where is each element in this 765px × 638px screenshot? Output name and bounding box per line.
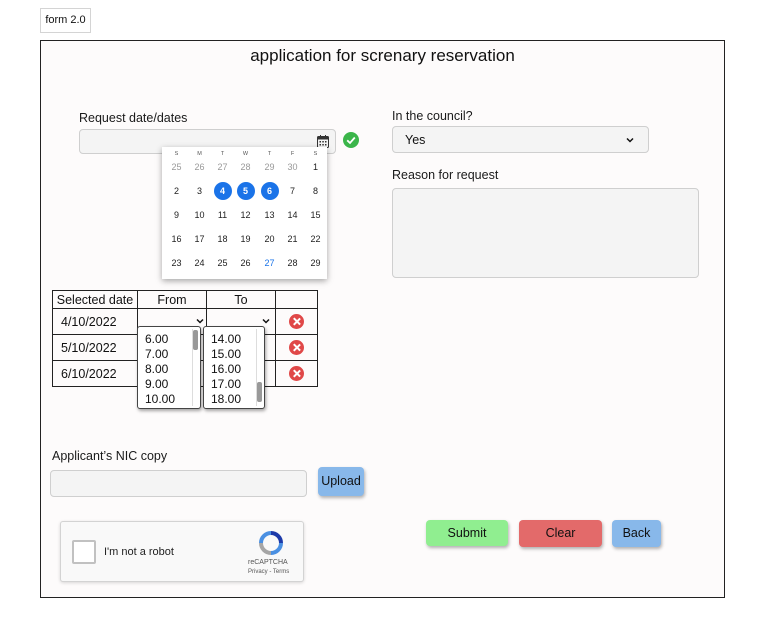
remove-row-icon[interactable]: [289, 366, 304, 382]
calendar-day[interactable]: 3: [191, 182, 209, 200]
clear-button[interactable]: Clear: [519, 520, 602, 547]
calendar-day[interactable]: 21: [284, 230, 302, 248]
weekday-label: S: [174, 151, 179, 157]
remove-row-icon[interactable]: [289, 314, 304, 330]
version-tag: form 2.0: [40, 8, 91, 33]
chevron-down-icon: [262, 318, 270, 324]
reason-textarea[interactable]: [392, 188, 699, 278]
calendar-day[interactable]: 11: [214, 206, 232, 224]
from-time-dropdown[interactable]: 6.00 7.00 8.00 9.00 10.00: [137, 326, 201, 409]
calendar-day[interactable]: 26: [191, 158, 209, 176]
calendar-day[interactable]: 1: [307, 158, 325, 176]
calendar-day[interactable]: 27: [214, 158, 232, 176]
calendar-day[interactable]: 22: [307, 230, 325, 248]
calendar-day[interactable]: 16: [168, 230, 186, 248]
col-selected-date: Selected date: [52, 290, 138, 309]
scrollbar-thumb[interactable]: [193, 330, 198, 350]
weekday-label: F: [290, 151, 295, 157]
calendar-day[interactable]: 29: [261, 158, 279, 176]
remove-row-icon[interactable]: [289, 340, 304, 356]
calendar-day[interactable]: 10: [191, 206, 209, 224]
submit-button[interactable]: Submit: [426, 520, 508, 546]
calendar-day[interactable]: 25: [214, 254, 232, 272]
council-label: In the council?: [392, 109, 473, 123]
page-title: application for screnary reservation: [250, 46, 515, 65]
col-from: From: [137, 290, 207, 309]
calendar-day[interactable]: 23: [168, 254, 186, 272]
scrollbar-thumb[interactable]: [257, 382, 262, 402]
date-cell: 5/10/2022: [52, 334, 138, 361]
calendar-day[interactable]: 25: [168, 158, 186, 176]
calendar-day[interactable]: 7: [284, 182, 302, 200]
calendar-day[interactable]: 18: [214, 230, 232, 248]
calendar-day[interactable]: 27: [261, 254, 279, 272]
time-option[interactable]: 16.00: [204, 362, 264, 377]
time-option[interactable]: 8.00: [138, 362, 200, 377]
captcha-checkbox[interactable]: [72, 540, 96, 564]
reservation-form: application for screnary reservation Req…: [40, 40, 725, 598]
weekday-label: T: [220, 151, 225, 157]
request-date-label: Request date/dates: [79, 111, 188, 125]
council-select[interactable]: Yes: [392, 126, 649, 153]
calendar-day[interactable]: 24: [191, 254, 209, 272]
nic-file-input[interactable]: [50, 470, 307, 497]
recaptcha-widget: I'm not a robot reCAPTCHA Privacy - Term…: [60, 521, 304, 582]
calendar-day[interactable]: 15: [307, 206, 325, 224]
weekday-label: W: [242, 151, 249, 157]
calendar-day[interactable]: 8: [307, 182, 325, 200]
nic-label: Applicant’s NIC copy: [52, 449, 168, 463]
time-option[interactable]: 6.00: [138, 332, 200, 347]
date-cell: 6/10/2022: [52, 360, 138, 387]
calendar-day[interactable]: 12: [237, 206, 255, 224]
time-option[interactable]: 18.00: [204, 392, 264, 407]
chevron-down-icon: [626, 137, 634, 143]
calendar-day[interactable]: 4: [213, 182, 232, 200]
col-to: To: [206, 290, 276, 309]
table-header-row: Selected date From To: [52, 290, 318, 309]
weekday-label: T: [267, 151, 272, 157]
to-time-dropdown[interactable]: 14.00 15.00 16.00 17.00 18.00: [203, 326, 265, 409]
calendar-day[interactable]: 19: [237, 230, 255, 248]
time-option[interactable]: 15.00: [204, 347, 264, 362]
calendar-day[interactable]: 17: [191, 230, 209, 248]
calendar-day[interactable]: 28: [237, 158, 255, 176]
captcha-brand: reCAPTCHA: [248, 559, 288, 566]
calendar-day[interactable]: 2: [168, 182, 186, 200]
calendar-day[interactable]: 9: [168, 206, 186, 224]
time-option[interactable]: 10.00: [138, 392, 200, 407]
calendar-day[interactable]: 13: [261, 206, 279, 224]
time-option[interactable]: 14.00: [204, 332, 264, 347]
captcha-links[interactable]: Privacy - Terms: [248, 569, 289, 575]
calendar-day[interactable]: 20: [261, 230, 279, 248]
upload-button[interactable]: Upload: [318, 467, 364, 496]
calendar-day[interactable]: 14: [284, 206, 302, 224]
time-option[interactable]: 7.00: [138, 347, 200, 362]
recaptcha-logo-icon: [259, 531, 283, 555]
date-picker-popup[interactable]: S M T W T F S 25 26 27 28 29 30 1 2 3 4 5 6 7 8 9 10 11 12 13 14 15…: [162, 147, 327, 279]
captcha-text: I'm not a robot: [104, 546, 174, 558]
calendar-day[interactable]: 29: [307, 254, 325, 272]
date-cell: 4/10/2022: [52, 308, 138, 335]
back-button[interactable]: Back: [612, 520, 661, 547]
reason-label: Reason for request: [392, 168, 499, 182]
calendar-day[interactable]: 6: [260, 182, 279, 200]
calendar-day[interactable]: 5: [236, 182, 255, 200]
calendar-day[interactable]: 28: [284, 254, 302, 272]
weekday-label: M: [197, 151, 202, 157]
calendar-day[interactable]: 30: [284, 158, 302, 176]
valid-check-icon: [343, 132, 359, 148]
weekday-label: S: [313, 151, 318, 157]
col-actions: [275, 290, 318, 309]
calendar-day[interactable]: 26: [237, 254, 255, 272]
time-option[interactable]: 17.00: [204, 377, 264, 392]
council-selected-value: Yes: [405, 133, 426, 147]
time-option[interactable]: 9.00: [138, 377, 200, 392]
chevron-down-icon: [196, 318, 204, 324]
